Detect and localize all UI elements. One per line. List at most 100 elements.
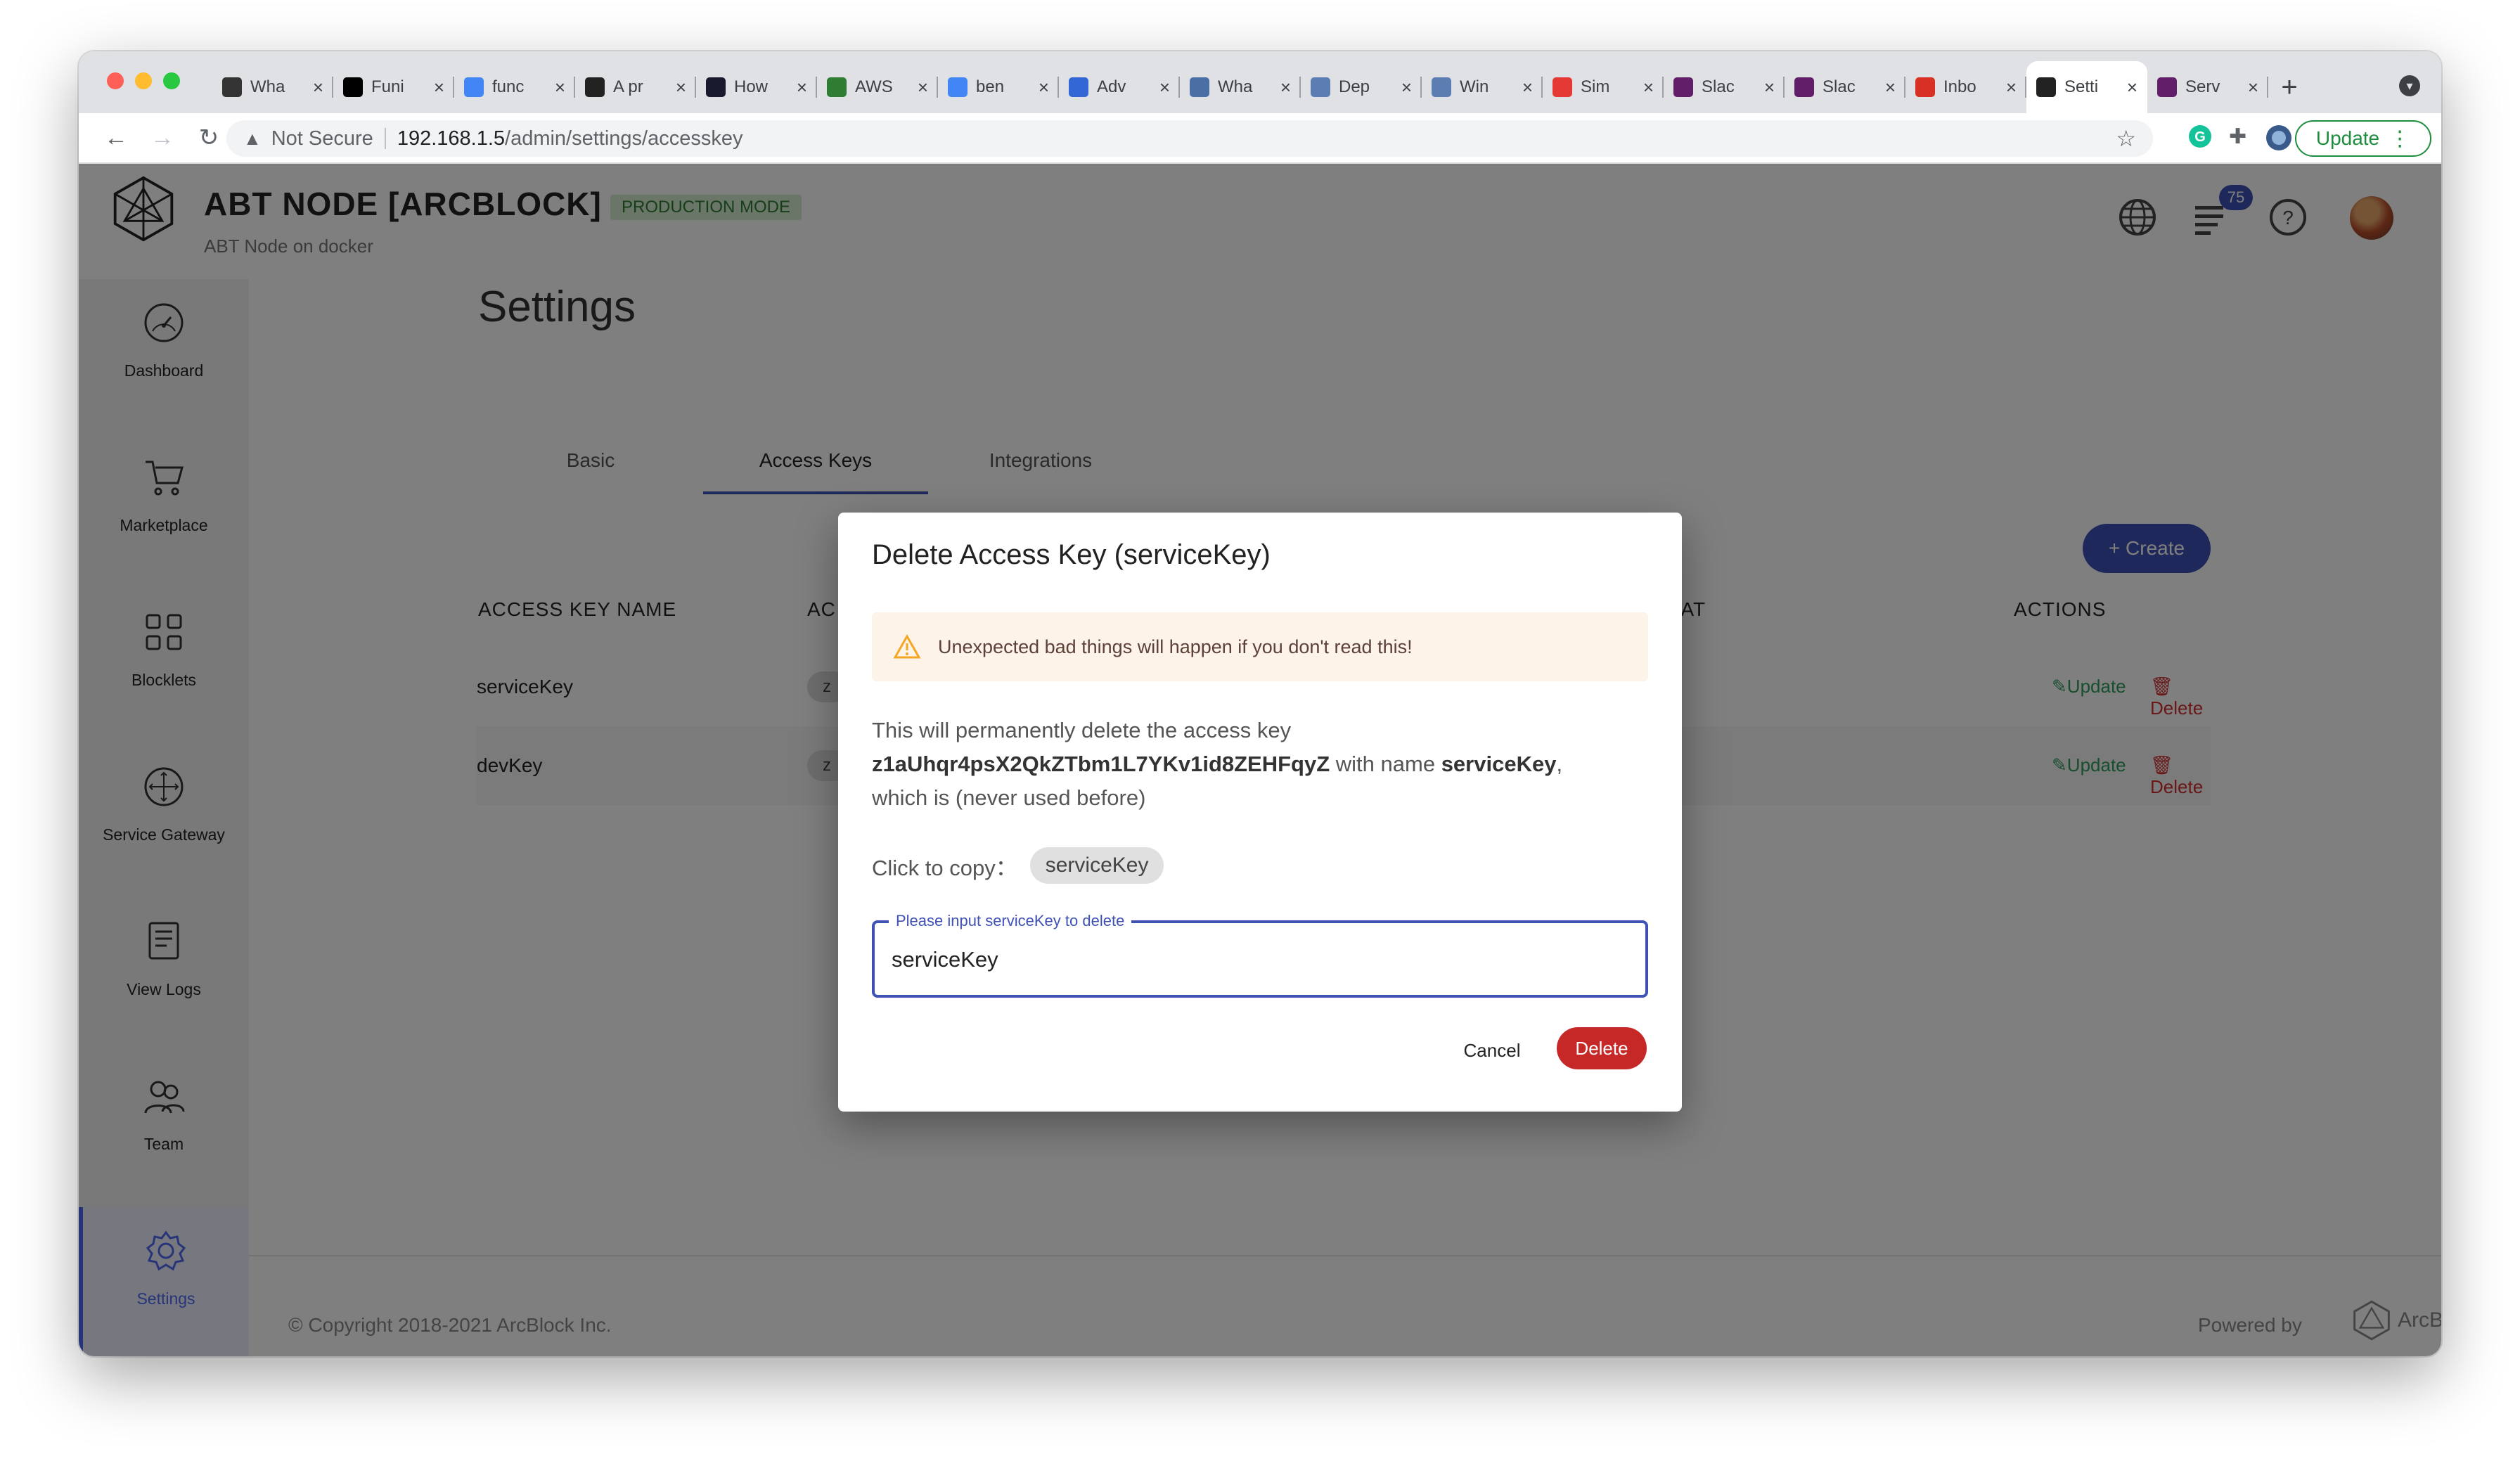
browser-tab-title: AWS <box>855 77 893 96</box>
tab-search-icon[interactable]: ▾ <box>2399 75 2420 96</box>
bookmark-star-icon[interactable]: ☆ <box>2116 125 2136 152</box>
close-tab-icon[interactable]: × <box>1159 77 1170 98</box>
slack-icon <box>1794 77 1814 97</box>
browser-tab-title: How <box>734 77 769 96</box>
browser-toolbar: ← → ↻ ▲ Not Secure 192.168.1.5 /admin/se… <box>79 113 2441 164</box>
browser-tab[interactable]: Wha × <box>1180 61 1301 113</box>
app-page: ABT NODE [ARCBLOCK] PRODUCTION MODE ABT … <box>79 164 2441 1356</box>
browser-tab[interactable]: A pr × <box>575 61 696 113</box>
new-tab-icon[interactable]: + <box>2268 61 2310 113</box>
browser-tab-title: Funi <box>371 77 404 96</box>
browser-tab-title: Sim <box>1581 77 1610 96</box>
security-label: Not Secure <box>271 127 373 150</box>
close-tab-icon[interactable]: × <box>1280 77 1291 98</box>
browser-tab[interactable]: Serv × <box>2147 61 2268 113</box>
close-tab-icon[interactable]: × <box>313 77 323 98</box>
close-tab-icon[interactable]: × <box>1401 77 1412 98</box>
close-window-button[interactable] <box>107 72 124 89</box>
close-tab-icon[interactable]: × <box>1039 77 1049 98</box>
more-vert-icon: ⋮ <box>2389 127 2411 150</box>
close-tab-icon[interactable]: × <box>2248 77 2258 98</box>
browser-tab[interactable]: How × <box>696 61 817 113</box>
back-icon[interactable]: ← <box>93 124 139 152</box>
browser-tab[interactable]: Setti × <box>2026 61 2147 113</box>
browser-tab-title: Wha <box>250 77 285 96</box>
browser-tab[interactable]: Adv × <box>1059 61 1180 113</box>
window-controls <box>107 72 180 89</box>
gmail-icon <box>1915 77 1935 97</box>
message-comma: , <box>1556 752 1563 776</box>
browser-tab[interactable]: Slac × <box>1664 61 1785 113</box>
close-tab-icon[interactable]: × <box>918 77 928 98</box>
input-label: Please input serviceKey to delete <box>889 912 1132 930</box>
close-tab-icon[interactable]: × <box>676 77 686 98</box>
browser-tab-title: Serv <box>2185 77 2220 96</box>
warning-icon: ▲ <box>243 127 262 149</box>
close-tab-icon[interactable]: × <box>1764 77 1775 98</box>
message-line-3: which is (never used before) <box>872 785 1146 810</box>
wave-icon <box>1311 77 1330 97</box>
a-icon <box>706 77 726 97</box>
browser-tab-title: Dep <box>1339 77 1370 96</box>
close-tab-icon[interactable]: × <box>797 77 807 98</box>
browser-tab[interactable]: Funi × <box>333 61 454 113</box>
medium-icon <box>343 77 363 97</box>
browser-tab[interactable]: Slac × <box>1785 61 1905 113</box>
close-tab-icon[interactable]: × <box>1885 77 1896 98</box>
browser-tab-title: Setti <box>2064 77 2099 96</box>
browser-tab-title: Slac <box>1702 77 1735 96</box>
browser-tab[interactable]: Win × <box>1422 61 1543 113</box>
browser-tab-title: A pr <box>613 77 643 96</box>
grammarly-icon[interactable]: G <box>2188 124 2212 154</box>
confirm-delete-button[interactable]: Delete <box>1557 1027 1647 1069</box>
browser-tab-title: Wha <box>1218 77 1253 96</box>
browser-tab[interactable]: Inbo × <box>1905 61 2026 113</box>
close-tab-icon[interactable]: × <box>1643 77 1654 98</box>
delete-access-key-dialog: Delete Access Key (serviceKey) Unexpecte… <box>838 513 1682 1112</box>
input-value[interactable]: serviceKey <box>892 947 998 972</box>
key-name-value: serviceKey <box>1441 752 1557 776</box>
reload-icon[interactable]: ↻ <box>186 124 232 152</box>
confirm-name-input[interactable]: Please input serviceKey to delete servic… <box>872 912 1648 998</box>
close-tab-icon[interactable]: × <box>1522 77 1533 98</box>
dialog-title: Delete Access Key (serviceKey) <box>872 539 1271 570</box>
warning-alert: Unexpected bad things will happen if you… <box>872 612 1648 681</box>
profile-avatar-icon[interactable] <box>2265 124 2292 157</box>
copy-label: Click to copy： <box>872 855 1017 880</box>
whale-icon <box>1190 77 1209 97</box>
browser-tab[interactable]: Dep × <box>1301 61 1422 113</box>
forward-icon[interactable]: → <box>139 124 186 152</box>
close-tab-icon[interactable]: × <box>2127 77 2138 98</box>
browser-tab-title: ben <box>976 77 1005 96</box>
svg-text:G: G <box>2194 129 2206 145</box>
browser-tab-title: func <box>492 77 525 96</box>
slack-icon <box>1673 77 1693 97</box>
copy-key-name-chip[interactable]: serviceKey <box>1029 847 1164 884</box>
access-key-value: z1aUhqr4psX2QkZTbm1L7YKv1id8ZEHFqyZ <box>872 752 1330 776</box>
close-tab-icon[interactable]: × <box>2006 77 2017 98</box>
sim-icon <box>1552 77 1572 97</box>
browser-tab[interactable]: ben × <box>938 61 1059 113</box>
close-tab-icon[interactable]: × <box>434 77 444 98</box>
copy-row: Click to copy： serviceKey <box>872 847 1164 884</box>
slack-icon <box>2157 77 2177 97</box>
address-bar[interactable]: ▲ Not Secure 192.168.1.5 /admin/settings… <box>226 120 2153 157</box>
browser-tab[interactable]: Sim × <box>1543 61 1664 113</box>
chrome-update-button[interactable]: Update ⋮ <box>2295 120 2431 157</box>
zoom-window-button[interactable] <box>163 72 180 89</box>
link-icon <box>1069 77 1088 97</box>
message-with-name: with name <box>1330 752 1441 776</box>
browser-tab-title: Inbo <box>1943 77 1976 96</box>
minimize-window-button[interactable] <box>135 72 152 89</box>
browser-tab[interactable]: Wha × <box>212 61 333 113</box>
warning-text: Unexpected bad things will happen if you… <box>938 636 1413 657</box>
extensions-puzzle-icon[interactable]: ✚ <box>2229 124 2246 149</box>
doc-icon <box>827 77 847 97</box>
url-host: 192.168.1.5 <box>397 127 506 150</box>
cancel-button[interactable]: Cancel <box>1457 1030 1527 1071</box>
browser-tab[interactable]: func × <box>454 61 575 113</box>
close-tab-icon[interactable]: × <box>555 77 565 98</box>
divider <box>384 128 386 149</box>
browser-tab[interactable]: AWS × <box>817 61 938 113</box>
wave-icon <box>1432 77 1451 97</box>
